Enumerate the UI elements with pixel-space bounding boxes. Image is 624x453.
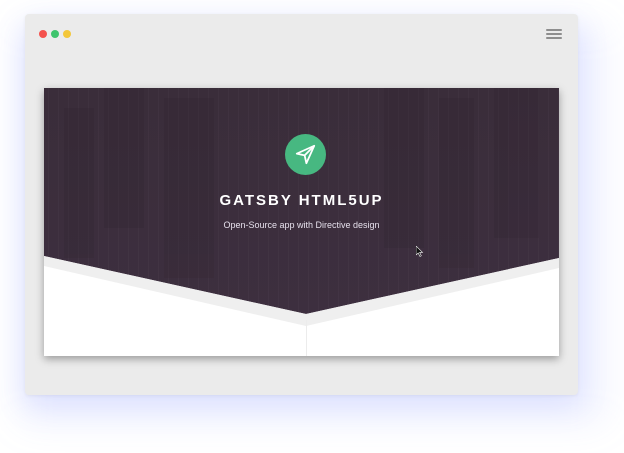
site-title: GATSBY HTML5UP	[219, 192, 384, 209]
menu-bar-bottom	[546, 37, 562, 39]
hamburger-menu-icon[interactable]	[546, 28, 562, 40]
site-subtitle: Open-Source app with Directive design	[223, 220, 380, 230]
hero-banner: GATSBY HTML5UP Open-Source app with Dire…	[44, 88, 559, 356]
maximize-dot[interactable]	[63, 30, 71, 38]
menu-bar-middle	[546, 33, 562, 35]
minimize-dot[interactable]	[51, 30, 59, 38]
site-preview: GATSBY HTML5UP Open-Source app with Dire…	[44, 88, 559, 356]
close-dot[interactable]	[39, 30, 47, 38]
menu-bar-top	[546, 29, 562, 31]
content-divider	[306, 320, 307, 356]
mouse-pointer-icon	[416, 246, 424, 257]
paper-plane-icon	[295, 144, 316, 165]
logo-badge	[285, 134, 326, 175]
